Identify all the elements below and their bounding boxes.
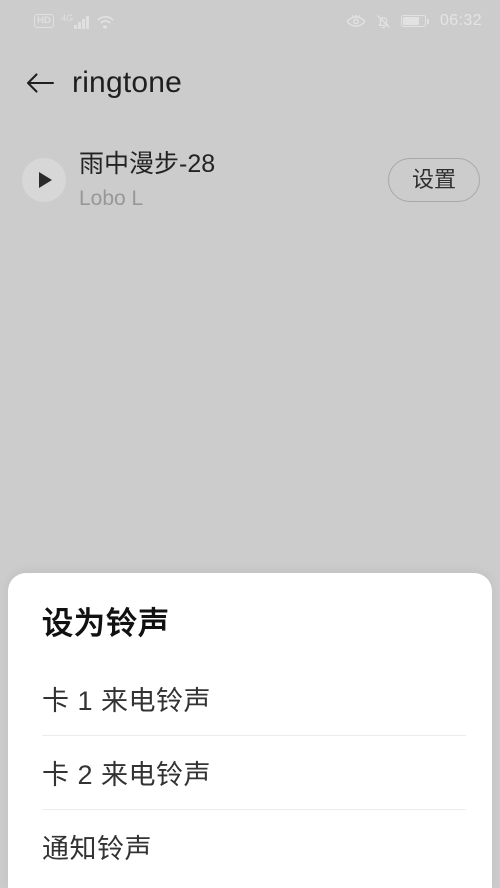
song-title: 雨中漫步-28 <box>79 149 216 178</box>
song-metadata: 雨中漫步-28 Lobo L <box>79 149 388 211</box>
song-artist: Lobo L <box>79 186 144 210</box>
back-arrow-icon[interactable] <box>22 66 56 100</box>
sheet-item-notification-ringtone[interactable]: 通知铃声 <box>8 810 492 883</box>
signal-bars-icon <box>74 15 90 29</box>
sheet-item-sim1-ringtone[interactable]: 卡 1 来电铃声 <box>8 662 492 735</box>
sheet-option-list: 卡 1 来电铃声 卡 2 来电铃声 通知铃声 <box>8 662 492 883</box>
status-bar-left: HD 4G <box>18 12 115 29</box>
status-bar: HD 4G 06:32 <box>0 0 500 42</box>
bell-muted-icon <box>375 13 392 30</box>
sheet-title: 设为铃声 <box>42 606 170 641</box>
wifi-icon <box>96 14 115 29</box>
eye-icon <box>346 14 366 29</box>
status-bar-clock: 06:32 <box>439 12 482 29</box>
network-type-label: 4G <box>61 12 74 23</box>
set-ringtone-bottom-sheet: 设为铃声 卡 1 来电铃声 卡 2 来电铃声 通知铃声 <box>8 573 492 888</box>
page-title: ringtone <box>72 66 183 99</box>
app-bar: ringtone <box>0 52 500 114</box>
play-icon[interactable] <box>22 158 66 202</box>
sheet-item-sim2-ringtone[interactable]: 卡 2 来电铃声 <box>8 736 492 809</box>
hd-badge-icon: HD <box>34 13 55 29</box>
song-list-item[interactable]: 雨中漫步-28 Lobo L 设置 <box>0 136 500 224</box>
network-signal-group: 4G <box>61 12 90 29</box>
status-bar-right: 06:32 <box>346 12 482 30</box>
battery-icon <box>400 14 429 28</box>
set-ringtone-button[interactable]: 设置 <box>387 158 480 202</box>
